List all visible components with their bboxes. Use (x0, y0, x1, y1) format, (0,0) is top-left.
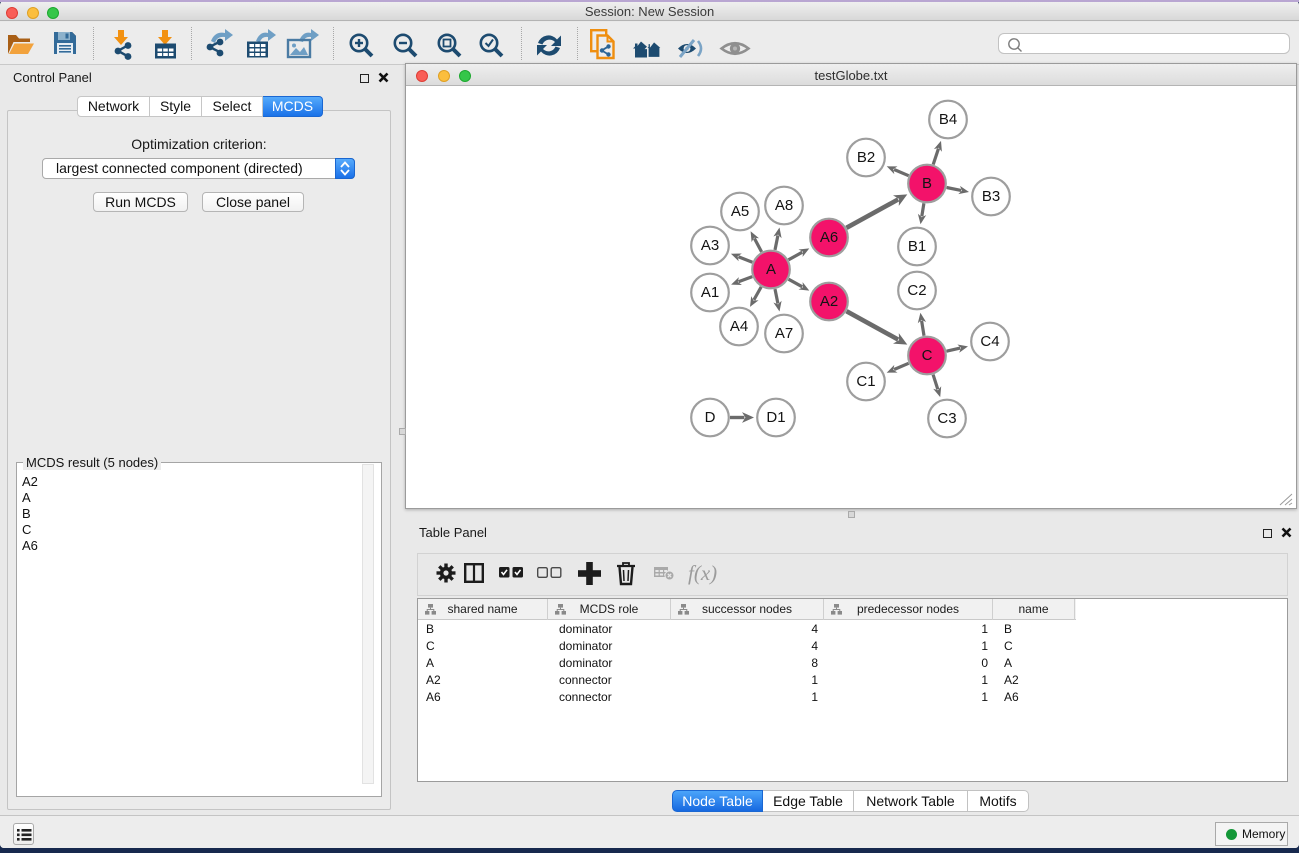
svg-text:A6: A6 (820, 229, 838, 246)
svg-text:C2: C2 (907, 282, 926, 299)
svg-text:A1: A1 (701, 284, 719, 301)
svg-text:C: C (922, 347, 933, 364)
svg-text:B: B (922, 175, 932, 192)
svg-text:C4: C4 (980, 333, 999, 350)
svg-text:C1: C1 (856, 373, 875, 390)
svg-text:C3: C3 (937, 410, 956, 427)
svg-text:A4: A4 (730, 318, 748, 335)
svg-text:A3: A3 (701, 237, 719, 254)
svg-text:f(x): f(x) (688, 561, 717, 585)
svg-text:B3: B3 (982, 188, 1000, 205)
svg-text:B2: B2 (857, 149, 875, 166)
svg-text:D1: D1 (766, 409, 785, 426)
svg-text:A2: A2 (820, 293, 838, 310)
svg-text:A7: A7 (775, 325, 793, 342)
svg-text:B1: B1 (908, 238, 926, 255)
svg-text:A: A (766, 261, 776, 278)
svg-text:B4: B4 (939, 111, 957, 128)
svg-text:A8: A8 (775, 197, 793, 214)
svg-text:A5: A5 (731, 203, 749, 220)
svg-text:D: D (705, 409, 716, 426)
